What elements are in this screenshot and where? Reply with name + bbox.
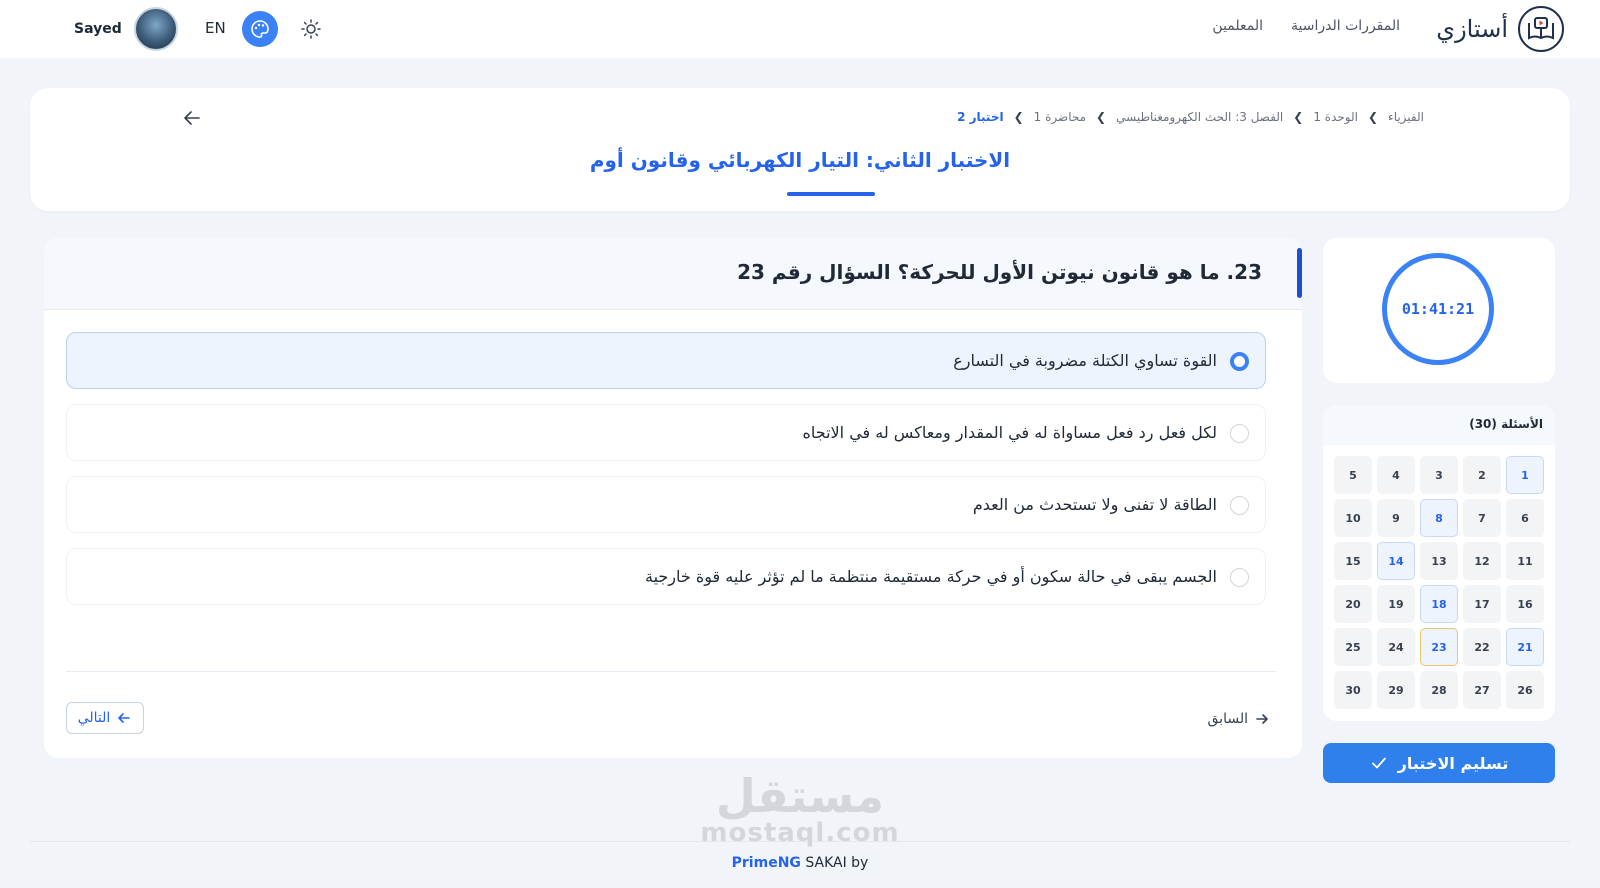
question-number-cell[interactable]: 9 [1377, 499, 1415, 537]
timer-card: 01:41:21 [1323, 238, 1555, 383]
radio-button[interactable] [1230, 568, 1249, 587]
chevron-left-icon: ❮ [1293, 110, 1304, 124]
question-header: 23. ما هو قانون نيوتن الأول للحركة؟ السؤ… [44, 238, 1302, 310]
timer-value: 01:41:21 [1401, 300, 1475, 318]
divider [66, 671, 1276, 672]
footer-prefix: SAKAI by [805, 855, 869, 871]
brand[interactable]: أستازي [1436, 5, 1564, 53]
question-text: 23. ما هو قانون نيوتن الأول للحركة؟ السؤ… [737, 260, 1262, 284]
breadcrumb-item[interactable]: الفيزياء [1388, 110, 1424, 124]
question-number-cell[interactable]: 17 [1463, 585, 1501, 623]
navigator-title: الأسئلة (30) [1469, 417, 1543, 431]
question-number-cell[interactable]: 22 [1463, 628, 1501, 666]
question-accent-bar [1297, 248, 1302, 298]
answer-option[interactable]: الجسم يبقى في حالة سكون أو في حركة مستقي… [66, 548, 1266, 605]
breadcrumb-item[interactable]: الفصل 3: الحث الكهرومغناطيسي [1116, 110, 1283, 124]
question-number-cell[interactable]: 21 [1506, 628, 1544, 666]
user-menu[interactable]: Sayed [74, 7, 178, 51]
language-toggle[interactable]: EN [205, 19, 226, 37]
arrow-left-icon [118, 713, 131, 723]
option-label: الجسم يبقى في حالة سكون أو في حركة مستقي… [644, 567, 1217, 586]
question-number-cell[interactable]: 25 [1334, 628, 1372, 666]
question-number-cell[interactable]: 6 [1506, 499, 1544, 537]
question-card: 23. ما هو قانون نيوتن الأول للحركة؟ السؤ… [44, 238, 1302, 758]
title-underline [787, 192, 875, 196]
watermark-latin: mostaql.com [700, 818, 900, 848]
user-name: Sayed [74, 21, 122, 37]
watermark-logo: مستقل mostaql.com [700, 772, 900, 846]
question-number-cell[interactable]: 2 [1463, 456, 1501, 494]
footer: PrimeNG SAKAI by [0, 855, 1600, 871]
next-button[interactable]: التالي [66, 702, 144, 734]
question-number-cell[interactable]: 10 [1334, 499, 1372, 537]
footer-link[interactable]: PrimeNG [732, 855, 801, 871]
answer-option[interactable]: الطاقة لا تفنى ولا تستحدث من العدم [66, 476, 1266, 533]
question-number-cell[interactable]: 30 [1334, 671, 1372, 709]
submit-label: تسليم الاختبار [1397, 753, 1509, 773]
quiz-header-card: الفيزياء ❮ الوحدة 1 ❮ الفصل 3: الحث الكه… [30, 88, 1570, 211]
radio-button[interactable] [1230, 352, 1249, 371]
answer-option[interactable]: القوة تساوي الكتلة مضروبة في التسارع [66, 332, 1266, 389]
question-number-cell[interactable]: 23 [1420, 628, 1458, 666]
question-number-cell[interactable]: 19 [1377, 585, 1415, 623]
question-number-cell[interactable]: 28 [1420, 671, 1458, 709]
breadcrumb-item[interactable]: الوحدة 1 [1313, 110, 1358, 124]
answer-option[interactable]: لكل فعل رد فعل مساواة له في المقدار ومعا… [66, 404, 1266, 461]
arrow-right-icon [1256, 714, 1268, 724]
question-number-cell[interactable]: 3 [1420, 456, 1458, 494]
question-number-cell[interactable]: 15 [1334, 542, 1372, 580]
nav-courses[interactable]: المقررات الدراسية [1291, 18, 1400, 34]
avatar [133, 7, 178, 51]
question-number-cell[interactable]: 24 [1377, 628, 1415, 666]
chevron-left-icon: ❮ [1096, 110, 1107, 124]
previous-button[interactable]: السابق [1208, 704, 1270, 734]
question-number-cell[interactable]: 29 [1377, 671, 1415, 709]
navigator-header: الأسئلة (30) [1323, 405, 1555, 445]
breadcrumb-current: اختبار 2 [957, 110, 1004, 124]
question-number-cell[interactable]: 18 [1420, 585, 1458, 623]
top-nav: المقررات الدراسية المعلمين [1212, 18, 1400, 34]
question-number-cell[interactable]: 8 [1420, 499, 1458, 537]
brand-name: أستازي [1436, 15, 1508, 43]
nav-teachers[interactable]: المعلمين [1212, 18, 1263, 34]
breadcrumb-item[interactable]: محاضرة 1 [1034, 110, 1086, 124]
question-number-cell[interactable]: 26 [1506, 671, 1544, 709]
question-number-cell[interactable]: 11 [1506, 542, 1544, 580]
question-grid: 1 2 3 4 5 6 7 8 9 10 11 12 13 14 15 16 17 18 19 20 21 22 23 24 2… [1334, 456, 1544, 709]
breadcrumb: الفيزياء ❮ الوحدة 1 ❮ الفصل 3: الحث الكه… [957, 110, 1424, 124]
timer-ring: 01:41:21 [1382, 253, 1494, 365]
question-number-cell[interactable]: 14 [1377, 542, 1415, 580]
watermark-arabic: مستقل [715, 769, 885, 823]
question-number-cell[interactable]: 27 [1463, 671, 1501, 709]
question-number-cell[interactable]: 16 [1506, 585, 1544, 623]
radio-button[interactable] [1230, 424, 1249, 443]
back-arrow-icon[interactable] [180, 106, 204, 130]
palette-icon[interactable] [242, 11, 278, 47]
theme-toggle-sun-icon[interactable] [298, 16, 324, 42]
submit-quiz-button[interactable]: تسليم الاختبار [1323, 743, 1555, 783]
top-bar: أستازي المقررات الدراسية المعلمين EN Say… [0, 0, 1600, 58]
question-number-cell[interactable]: 20 [1334, 585, 1372, 623]
question-number-cell[interactable]: 5 [1334, 456, 1372, 494]
next-label: التالي [77, 710, 111, 726]
question-number-cell[interactable]: 12 [1463, 542, 1501, 580]
chevron-left-icon: ❮ [1367, 110, 1379, 124]
question-navigator: الأسئلة (30) 1 2 3 4 5 6 7 8 9 10 11 12 13 14 15 16 17 18… [1323, 405, 1555, 721]
option-label: الطاقة لا تفنى ولا تستحدث من العدم [972, 495, 1217, 514]
chevron-left-icon: ❮ [1013, 110, 1024, 124]
option-label: القوة تساوي الكتلة مضروبة في التسارع [953, 351, 1217, 370]
page-title: الاختبار الثاني: التيار الكهربائي وقانون… [589, 148, 1011, 172]
radio-button[interactable] [1230, 496, 1249, 515]
check-icon [1371, 757, 1386, 769]
previous-label: السابق [1207, 711, 1248, 727]
question-number-cell[interactable]: 4 [1377, 456, 1415, 494]
option-label: لكل فعل رد فعل مساواة له في المقدار ومعا… [802, 423, 1218, 442]
question-number-cell[interactable]: 1 [1506, 456, 1544, 494]
book-logo-icon [1518, 6, 1564, 52]
question-number-cell[interactable]: 7 [1463, 499, 1501, 537]
question-number-cell[interactable]: 13 [1420, 542, 1458, 580]
